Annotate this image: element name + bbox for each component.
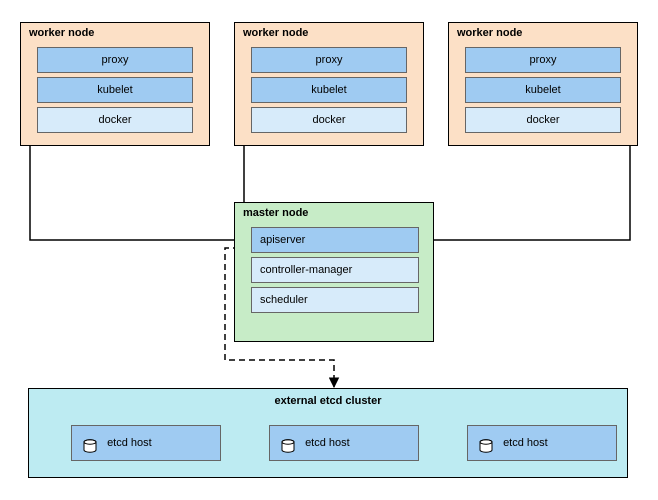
etcd-cluster: external etcd cluster etcd host etcd hos… [28,388,628,478]
scheduler-component: scheduler [251,287,419,313]
database-icon [478,435,494,451]
worker-node-title: worker node [243,27,308,39]
diagram-stage: worker node proxy kubelet docker worker … [0,0,658,500]
etcd-cluster-title: external etcd cluster [29,395,627,407]
worker-node-title: worker node [29,27,94,39]
arrow-worker1-to-api [30,146,249,240]
master-node-title: master node [243,207,308,219]
worker-node-1: worker node proxy kubelet docker [20,22,210,146]
worker-node-3: worker node proxy kubelet docker [448,22,638,146]
controller-manager-component: controller-manager [251,257,419,283]
database-icon [280,435,296,451]
etcd-host-2: etcd host [269,425,419,461]
master-node: master node apiserver controller-manager… [234,202,434,342]
proxy-component: proxy [251,47,407,73]
etcd-host-label: etcd host [503,437,548,449]
docker-component: docker [251,107,407,133]
docker-component: docker [37,107,193,133]
proxy-component: proxy [37,47,193,73]
etcd-host-1: etcd host [71,425,221,461]
etcd-host-label: etcd host [107,437,152,449]
kubelet-component: kubelet [251,77,407,103]
database-icon [82,435,98,451]
etcd-host-label: etcd host [305,437,350,449]
docker-component: docker [465,107,621,133]
worker-node-title: worker node [457,27,522,39]
kubelet-component: kubelet [465,77,621,103]
apiserver-component: apiserver [251,227,419,253]
etcd-host-3: etcd host [467,425,617,461]
worker-node-2: worker node proxy kubelet docker [234,22,424,146]
proxy-component: proxy [465,47,621,73]
kubelet-component: kubelet [37,77,193,103]
arrow-worker3-to-api [419,146,630,240]
